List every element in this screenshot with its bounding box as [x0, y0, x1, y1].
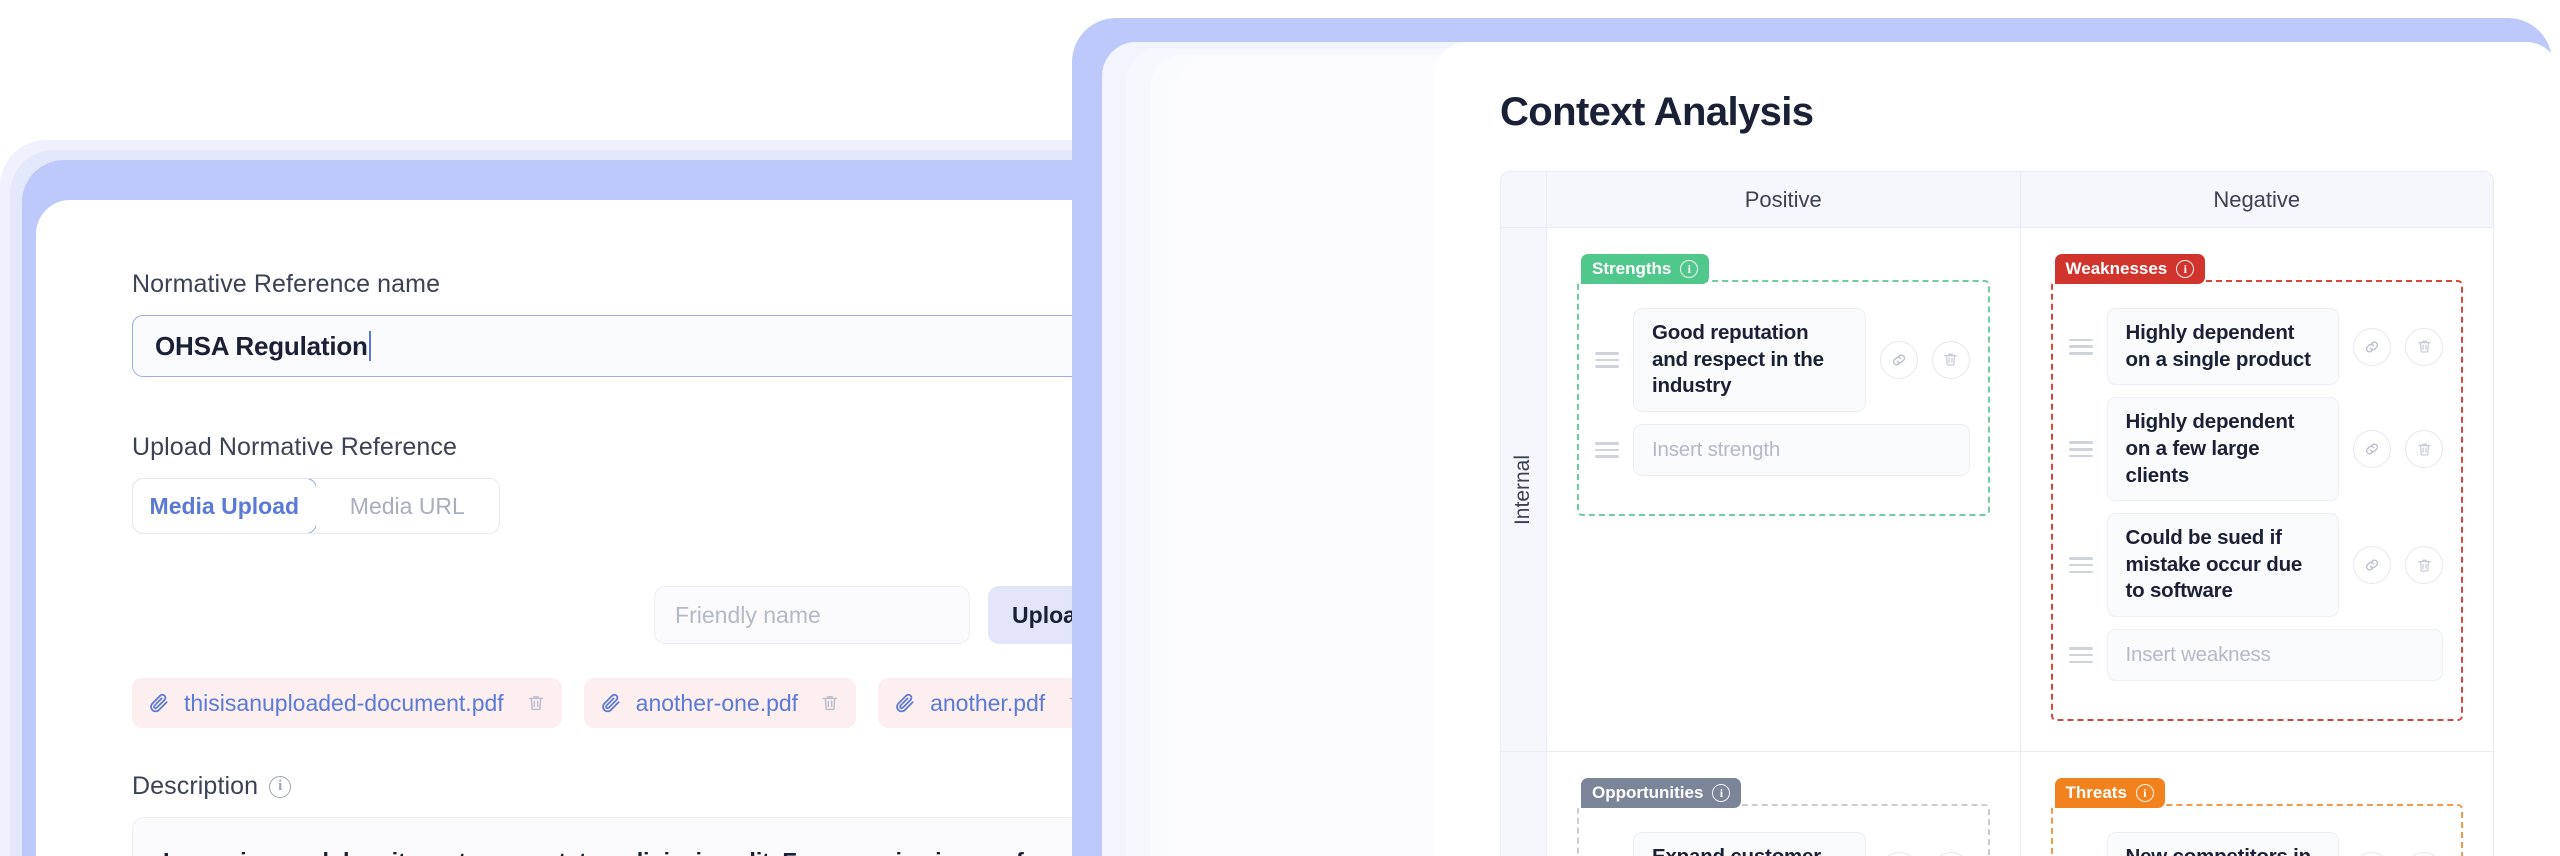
quadrant-weaknesses: Weaknesses i Highly dependent on a singl… [2019, 228, 2494, 752]
column-header-positive: Positive [1744, 186, 1822, 212]
strengths-dropzone[interactable]: Good reputation and respect in the indus… [1577, 280, 1990, 516]
link-icon[interactable] [2353, 851, 2391, 856]
badge-threats: Threats i [2054, 778, 2165, 809]
tab-media-upload[interactable]: Media Upload [133, 479, 317, 533]
file-name: another.pdf [930, 689, 1046, 716]
link-icon[interactable] [2353, 430, 2391, 469]
file-chip[interactable]: thisisanuploaded-document.pdf [132, 678, 562, 728]
badge-strengths: Strengths i [1581, 254, 1710, 284]
upload-mode-tabs: Media Upload Media URL [132, 478, 500, 534]
row-label-internal: Internal [1501, 228, 1547, 752]
link-icon[interactable] [2353, 546, 2391, 585]
page-title: Context Analysis [1500, 90, 1814, 134]
description-textarea[interactable]: Lorem ipsum dolor sit amet, consectetur … [132, 817, 1167, 856]
drag-handle-icon[interactable] [2068, 338, 2093, 355]
info-icon[interactable]: i [269, 775, 292, 798]
drag-handle-icon[interactable] [1595, 441, 1619, 458]
column-header-negative: Negative [2019, 172, 2494, 227]
uploaded-files-list: thisisanuploaded-document.pdf another-on… [132, 678, 1116, 728]
swot-item-row: Insert strength [1579, 423, 1970, 476]
description-label: Description [132, 772, 259, 800]
badge-weaknesses: Weaknesses i [2054, 254, 2206, 284]
info-icon[interactable]: i [2135, 784, 2154, 803]
swot-row-internal: Internal Strengths i Good reputation and… [1501, 228, 2494, 752]
upload-controls-row: Friendly name Upload [132, 586, 1116, 644]
delete-icon[interactable] [2405, 851, 2443, 856]
swot-item-row: Highly dependent on a few large clients [2053, 397, 2443, 502]
file-name: thisisanuploaded-document.pdf [184, 689, 504, 716]
swot-item-row: Could be sued if mistake occur due to so… [2053, 513, 2443, 618]
badge-opportunities: Opportunities i [1581, 778, 1742, 809]
link-icon[interactable] [1879, 851, 1918, 856]
info-icon[interactable]: i [1712, 784, 1731, 803]
upload-normative-reference-label: Upload Normative Reference [132, 433, 457, 461]
delete-file-icon[interactable] [526, 691, 546, 715]
badge-strengths-label: Strengths [1592, 259, 1672, 278]
drag-handle-icon[interactable] [2068, 441, 2093, 458]
text-caret [368, 331, 372, 361]
swot-item-row: Highly dependent on a single product [2053, 308, 2443, 386]
context-analysis-panel: Context Analysis Positive Negative Inter… [1434, 42, 2560, 856]
opportunity-input[interactable]: Expand customer base [1633, 832, 1866, 856]
paperclip-icon [894, 691, 916, 715]
link-icon[interactable] [1879, 340, 1918, 379]
swot-table-header: Positive Negative [1501, 172, 2493, 228]
threats-dropzone[interactable]: New competitors in the market Negative P… [2050, 804, 2463, 856]
normative-reference-name-label: Normative Reference name [132, 270, 441, 298]
quadrant-threats: Threats i New competitors in the market [2019, 752, 2494, 856]
delete-icon[interactable] [2405, 430, 2443, 469]
opportunities-dropzone[interactable]: Expand customer base [1577, 804, 1990, 856]
quadrant-opportunities: Opportunities i Expand customer base [1547, 752, 2020, 856]
swot-item-row: Insert weakness [2053, 629, 2443, 682]
swot-item-row: New competitors in the market [2053, 832, 2443, 856]
delete-icon[interactable] [1931, 851, 1970, 856]
friendly-name-input[interactable]: Friendly name [654, 586, 971, 644]
delete-icon[interactable] [2405, 546, 2443, 585]
delete-file-icon[interactable] [820, 691, 840, 715]
swot-row-external: External Opportunities i Expand customer… [1501, 751, 2493, 856]
strength-input[interactable]: Good reputation and respect in the indus… [1633, 308, 1866, 412]
threat-input[interactable]: New competitors in the market [2106, 832, 2339, 856]
swot-item-row: Good reputation and respect in the indus… [1579, 308, 1970, 412]
drag-handle-icon[interactable] [1595, 351, 1619, 368]
paperclip-icon [148, 691, 170, 715]
normative-reference-name-input[interactable]: OHSA Regulation [132, 315, 1167, 377]
badge-opportunities-label: Opportunities [1592, 783, 1704, 803]
swot-table: Positive Negative Internal Strengths i G… [1500, 171, 2494, 856]
paperclip-icon [600, 691, 622, 715]
drag-handle-icon[interactable] [2068, 647, 2093, 664]
description-label-row: Description i [132, 772, 1116, 801]
row-label-internal-text: Internal [1511, 454, 1535, 525]
file-name: another-one.pdf [635, 689, 799, 716]
swot-item-row: Expand customer base [1579, 832, 1970, 856]
quadrant-strengths: Strengths i Good reputation and respect … [1547, 228, 2020, 751]
file-chip[interactable]: another.pdf [878, 678, 1104, 728]
tab-media-url[interactable]: Media URL [315, 479, 499, 533]
normative-reference-form: Normative Reference name OHSA Regulation… [36, 200, 1212, 856]
insert-weakness-input[interactable]: Insert weakness [2106, 629, 2443, 682]
info-icon[interactable]: i [1680, 260, 1699, 278]
normative-reference-name-value: OHSA Regulation [155, 330, 368, 361]
table-corner-cell [1501, 172, 1547, 227]
delete-icon[interactable] [2405, 327, 2443, 366]
weakness-input[interactable]: Highly dependent on a single product [2106, 308, 2339, 386]
info-icon[interactable]: i [2176, 260, 2195, 278]
weaknesses-dropzone[interactable]: Highly dependent on a single product Hig… [2050, 280, 2463, 722]
insert-strength-input[interactable]: Insert strength [1633, 423, 1970, 476]
weakness-input[interactable]: Could be sued if mistake occur due to so… [2106, 513, 2339, 618]
drag-handle-icon[interactable] [2068, 557, 2093, 574]
weakness-input[interactable]: Highly dependent on a few large clients [2106, 397, 2339, 502]
badge-weaknesses-label: Weaknesses [2065, 259, 2168, 278]
link-icon[interactable] [2353, 327, 2391, 366]
screenshot-stage: Normative Reference name OHSA Regulation… [0, 0, 2560, 856]
file-chip[interactable]: another-one.pdf [583, 678, 857, 728]
delete-icon[interactable] [1931, 340, 1970, 379]
row-label-external: External [1501, 752, 1547, 856]
badge-threats-label: Threats [2065, 783, 2127, 803]
